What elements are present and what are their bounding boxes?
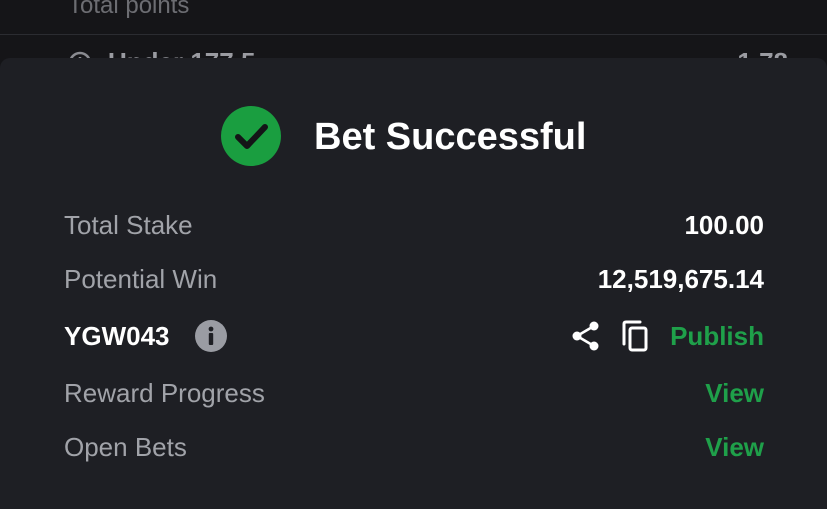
- background-panel: Total points Under 177.5 1.78: [0, 0, 827, 65]
- total-stake-label: Total Stake: [64, 210, 193, 240]
- info-icon[interactable]: [195, 320, 227, 352]
- open-bets-row: Open Bets View: [64, 432, 764, 472]
- bet-success-sheet: Bet Successful Total Stake 100.00 Potent…: [0, 58, 827, 509]
- open-bets-label: Open Bets: [64, 432, 187, 462]
- potential-win-row: Potential Win 12,519,675.14: [64, 264, 764, 304]
- copy-icon[interactable]: [620, 320, 650, 352]
- open-bets-view-button[interactable]: View: [705, 432, 764, 463]
- total-stake-value: 100.00: [684, 210, 764, 240]
- reward-progress-row: Reward Progress View: [64, 378, 764, 418]
- share-icon[interactable]: [570, 319, 602, 353]
- publish-button[interactable]: Publish: [670, 321, 764, 352]
- booking-code: YGW043: [64, 321, 170, 351]
- page-title: Bet Successful: [314, 116, 587, 158]
- check-circle-icon: [221, 106, 281, 166]
- potential-win-value: 12,519,675.14: [597, 264, 764, 294]
- booking-code-row: YGW043 Publish: [64, 319, 764, 361]
- background-row-label: Total points: [68, 0, 190, 19]
- sheet-header: Bet Successful: [0, 106, 827, 168]
- potential-win-label: Potential Win: [64, 264, 218, 294]
- reward-progress-view-button[interactable]: View: [705, 378, 764, 409]
- total-stake-row: Total Stake 100.00: [64, 210, 764, 250]
- background-divider: [0, 34, 827, 35]
- reward-progress-label: Reward Progress: [64, 378, 265, 408]
